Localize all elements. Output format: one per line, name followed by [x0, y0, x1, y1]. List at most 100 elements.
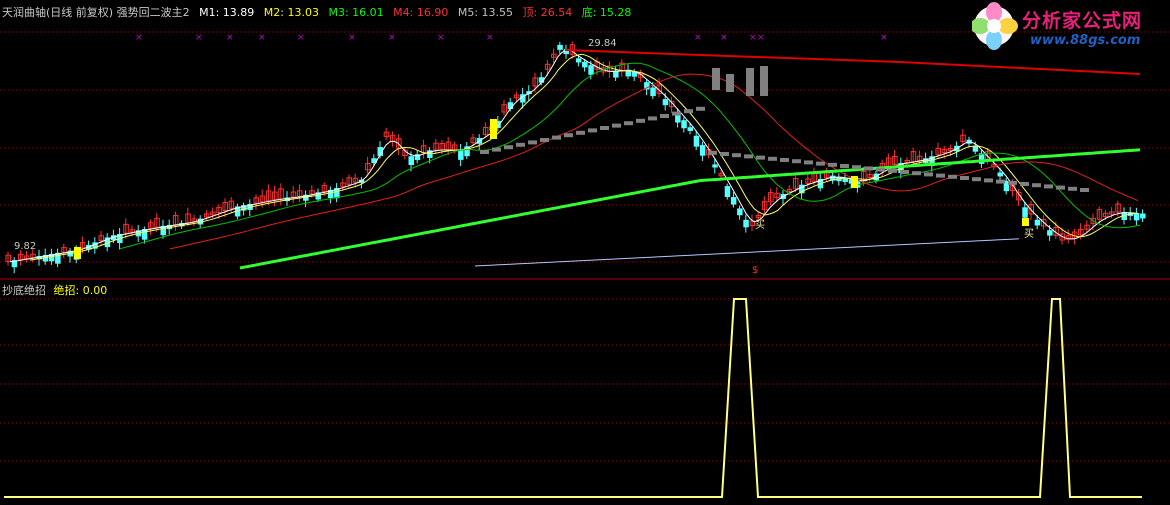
gray-bar: [726, 74, 734, 92]
ma-m4-value: M4: 16.90: [393, 6, 449, 19]
signal-block: [816, 161, 825, 166]
candle-body: [662, 99, 669, 106]
signal-block: [1008, 180, 1017, 185]
candle-body: [687, 127, 693, 131]
candle-body: [737, 208, 743, 216]
signal-block: [732, 153, 741, 158]
signal-block: [864, 166, 873, 171]
signal-block: [828, 162, 837, 167]
candle-body: [730, 197, 737, 205]
candle-body: [1047, 230, 1053, 236]
candle-body: [557, 44, 563, 50]
signal-block: [804, 160, 813, 165]
candle-body: [458, 149, 464, 160]
signal-block: [852, 165, 861, 170]
signal-block: [1044, 184, 1053, 189]
candle-body: [588, 65, 594, 75]
top-resistance-line: [564, 49, 1141, 75]
indicator-title: 天润曲轴(日线 前复权) 强势回二波主2: [2, 6, 190, 19]
dollar-marker: $: [752, 265, 759, 276]
signal-block: [696, 106, 705, 111]
star-marker: ×: [486, 33, 494, 43]
candle-body: [693, 135, 700, 147]
star-marker: ×: [749, 33, 757, 43]
star-marker: ×: [135, 33, 143, 43]
top-value: 顶: 26.54: [522, 6, 573, 19]
buy-signal-label-2: 买: [1024, 229, 1034, 240]
buy-signal-label: 买: [755, 220, 765, 231]
candle-body: [582, 61, 588, 68]
signal-block: [636, 118, 645, 123]
signal-block: [576, 130, 585, 135]
signal-block: [1020, 182, 1029, 186]
candle-body: [712, 164, 718, 168]
ma-m2-value: M2: 13.03: [263, 6, 319, 19]
chart-window: × × × × × × × × × × × × × × 天润曲轴(日线 前复权) 强势回二波主2 M1: …: [0, 0, 1170, 505]
signal-block: [600, 126, 609, 130]
star-marker: ×: [226, 33, 234, 43]
signal-block: [648, 116, 657, 121]
low-price-label: 9.82: [14, 241, 37, 252]
signal-block: [540, 138, 549, 142]
candle-body: [1133, 213, 1140, 221]
star-marker: ×: [694, 33, 702, 43]
ma-m5-thick-line: [239, 148, 1141, 270]
candle-body: [842, 178, 848, 182]
sub-indicator-value: 绝招: 0.00: [53, 284, 108, 297]
candle-body: [408, 156, 414, 166]
signal-block: [720, 152, 729, 156]
signal-block: [564, 133, 573, 138]
signal-block: [480, 150, 489, 154]
signal-line: [4, 298, 1142, 498]
candle-body: [997, 172, 1003, 177]
high-price-label: 29.84: [588, 38, 617, 49]
star-marker: ×: [437, 33, 445, 43]
signal-yellow-block: [74, 247, 81, 259]
price-chart: × × × × × × × × × × × × × ×: [0, 31, 1170, 498]
candle-body: [1034, 219, 1041, 226]
signal-block: [840, 164, 849, 168]
signal-yellow-block: [490, 119, 497, 139]
bottom-value: 底: 15.28: [581, 6, 632, 19]
signal-block: [504, 145, 513, 150]
signal-block: [1056, 185, 1065, 190]
support-line: [474, 238, 1020, 267]
signal-block: [996, 179, 1005, 184]
star-marker: ×: [880, 33, 888, 43]
candle-body: [1140, 213, 1146, 219]
star-marker: ×: [348, 33, 356, 43]
signal-block: [660, 114, 669, 118]
sub-indicator-header: 抄底绝招 绝招: 0.00: [2, 282, 111, 298]
star-marker: ×: [388, 33, 396, 43]
signal-block: [756, 155, 765, 160]
signal-block: [924, 172, 933, 177]
signal-block: [624, 121, 633, 126]
signal-block: [912, 171, 921, 176]
signal-block: [684, 109, 693, 114]
star-marker: ×: [757, 33, 765, 43]
star-marker: ×: [195, 33, 203, 43]
candle-body: [575, 58, 582, 63]
signal-block: [972, 177, 981, 182]
signal-block: [960, 176, 969, 180]
star-marker: ×: [720, 33, 728, 43]
candle-body: [613, 70, 619, 78]
candle-body: [972, 146, 979, 152]
signal-block: [516, 142, 525, 147]
signal-block: [936, 173, 945, 178]
candle-body: [650, 87, 656, 97]
signal-block: [768, 156, 777, 161]
signal-block: [948, 174, 957, 179]
ma-m1-line: [9, 49, 1139, 263]
signal-block: [708, 150, 717, 155]
ma-m5-value: M5: 13.55: [457, 6, 514, 19]
signal-block: [1068, 186, 1077, 191]
candle-body: [743, 219, 749, 228]
candle-body: [724, 186, 731, 198]
signal-block: [588, 128, 597, 133]
signal-block: [552, 135, 561, 140]
signal-block: [744, 154, 753, 159]
signal-block: [780, 158, 789, 162]
signal-block: [888, 168, 897, 173]
ma-m1-value: M1: 13.89: [199, 6, 255, 19]
